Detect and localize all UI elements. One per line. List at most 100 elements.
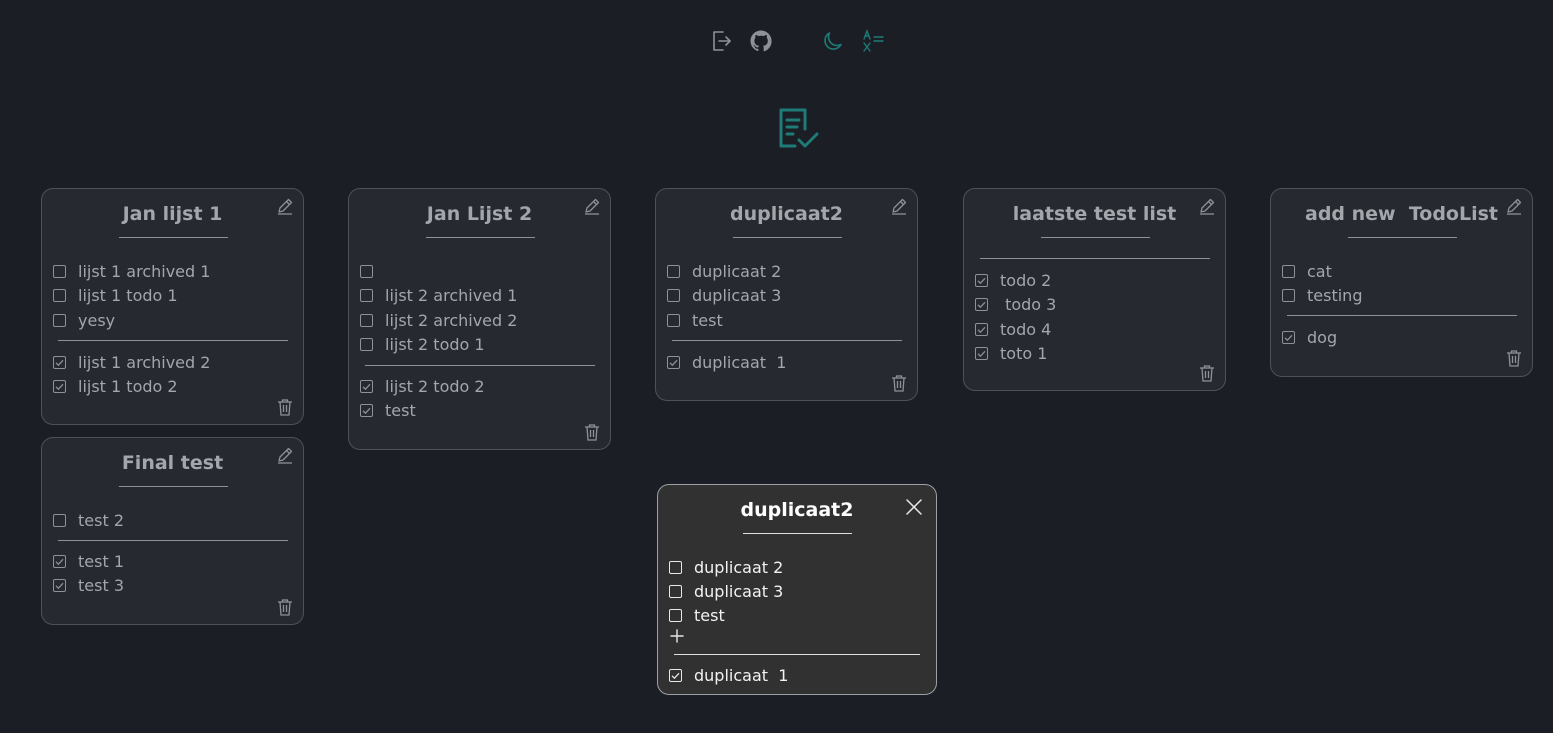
list-item-done[interactable]: test 1 <box>53 549 293 574</box>
todo-list-card[interactable]: Jan lijst 1 lijst 1 archived 1 lijst 1 t… <box>41 188 304 425</box>
pencil-icon[interactable] <box>583 197 601 215</box>
list-item-done[interactable]: todo 3 <box>975 293 1215 318</box>
checkbox-checked-icon[interactable] <box>360 379 373 393</box>
list-item-done[interactable]: duplicaat 1 <box>667 350 907 375</box>
item-text[interactable]: test <box>694 606 725 625</box>
checkbox-checked-icon[interactable] <box>975 347 988 361</box>
todo-list-card[interactable]: duplicaat2 duplicaat 2 duplicaat 3 test … <box>655 188 918 401</box>
checkbox-checked-icon[interactable] <box>360 404 373 418</box>
title-underline <box>733 237 842 238</box>
trash-icon[interactable] <box>276 598 294 616</box>
pencil-icon[interactable] <box>1505 197 1523 215</box>
translate-icon[interactable] <box>861 29 885 53</box>
pencil-icon[interactable] <box>276 446 294 464</box>
list-item[interactable]: duplicaat 2 <box>667 259 907 284</box>
list-item-done[interactable]: test 3 <box>53 574 293 599</box>
checkbox-checked-icon[interactable] <box>53 554 66 568</box>
list-item[interactable]: lijst 2 archived 2 <box>360 308 600 333</box>
checkbox-unchecked-icon[interactable] <box>53 313 66 327</box>
item-text[interactable]: duplicaat 2 <box>694 558 783 577</box>
trash-icon[interactable] <box>276 398 294 416</box>
checkbox-checked-icon[interactable] <box>975 298 988 312</box>
list-edit-popup[interactable]: duplicaat2 duplicaat 2 duplicaat 3 test … <box>657 484 937 695</box>
list-item-done[interactable]: lijst 1 todo 2 <box>53 375 293 400</box>
item-text: lijst 2 todo 1 <box>385 335 485 355</box>
moon-icon[interactable] <box>821 29 845 53</box>
list-item-done[interactable]: toto 1 <box>975 342 1215 367</box>
checkbox-unchecked-icon[interactable] <box>669 560 682 574</box>
list-title: Jan lijst 1 <box>122 203 223 225</box>
list-item[interactable]: lijst 1 todo 1 <box>53 284 293 309</box>
checkbox-unchecked-icon[interactable] <box>667 289 680 303</box>
list-item-done[interactable]: lijst 1 archived 2 <box>53 350 293 375</box>
list-item[interactable]: yesy <box>53 308 293 333</box>
list-item-done[interactable]: dog <box>1282 325 1522 350</box>
checkbox-checked-icon[interactable] <box>975 322 988 336</box>
list-item-done[interactable]: todo 2 <box>975 268 1215 293</box>
checkbox-checked-icon[interactable] <box>53 579 66 593</box>
checklist-icon <box>775 106 821 152</box>
checkbox-checked-icon[interactable] <box>975 273 988 287</box>
item-text[interactable]: duplicaat 3 <box>694 582 783 601</box>
list-item[interactable]: lijst 2 archived 1 <box>360 284 600 309</box>
checkbox-unchecked-icon[interactable] <box>667 313 680 327</box>
checkbox-checked-icon[interactable] <box>53 380 66 394</box>
trash-icon[interactable] <box>1505 349 1523 367</box>
list-item-done[interactable]: test <box>360 399 600 424</box>
item-text: dog <box>1307 327 1338 347</box>
item-text: cat <box>1307 261 1332 281</box>
checkbox-unchecked-icon[interactable] <box>360 313 373 327</box>
list-item[interactable]: duplicaat 3 <box>667 284 907 309</box>
pencil-icon[interactable] <box>1198 197 1216 215</box>
trash-icon[interactable] <box>890 374 908 392</box>
list-item[interactable]: lijst 2 todo 1 <box>360 333 600 358</box>
checkbox-unchecked-icon[interactable] <box>53 264 66 278</box>
list-item-done[interactable]: lijst 2 todo 2 <box>360 374 600 399</box>
todo-list-card[interactable]: Jan Lijst 2 lijst 2 archived 1 lijst 2 a… <box>348 188 611 450</box>
checkbox-checked-icon[interactable] <box>1282 330 1295 344</box>
list-item[interactable]: test <box>669 603 926 627</box>
checkbox-unchecked-icon[interactable] <box>1282 264 1295 278</box>
todo-list-card[interactable]: add new TodoList cat testing dog <box>1270 188 1533 377</box>
checkbox-checked-icon[interactable] <box>53 355 66 369</box>
checkbox-unchecked-icon[interactable] <box>53 513 66 527</box>
checkbox-unchecked-icon[interactable] <box>53 289 66 303</box>
plus-icon[interactable] <box>669 628 685 644</box>
list-item[interactable]: test <box>667 308 907 333</box>
checkbox-checked-icon[interactable] <box>669 668 682 682</box>
close-icon[interactable] <box>904 497 924 517</box>
checkbox-unchecked-icon[interactable] <box>360 264 373 278</box>
checkbox-checked-icon[interactable] <box>667 355 680 369</box>
list-item[interactable]: test 2 <box>53 508 293 533</box>
item-text: todo 4 <box>1000 319 1052 339</box>
list-item[interactable]: testing <box>1282 284 1522 309</box>
logout-icon[interactable] <box>709 29 733 53</box>
item-text: test 3 <box>78 576 124 596</box>
item-text[interactable]: duplicaat 1 <box>694 666 788 685</box>
checkbox-unchecked-icon[interactable] <box>669 608 682 622</box>
list-item-done[interactable]: todo 4 <box>975 317 1215 342</box>
item-text: duplicaat 1 <box>692 352 787 372</box>
list-item[interactable]: duplicaat 3 <box>669 579 926 603</box>
list-item[interactable]: cat <box>1282 259 1522 284</box>
checkbox-unchecked-icon[interactable] <box>1282 289 1295 303</box>
checkbox-unchecked-icon[interactable] <box>667 264 680 278</box>
popup-title: duplicaat2 <box>740 499 854 521</box>
trash-icon[interactable] <box>1198 364 1216 382</box>
divider <box>1287 315 1517 316</box>
list-item[interactable]: lijst 1 archived 1 <box>53 259 293 284</box>
checkbox-unchecked-icon[interactable] <box>669 584 682 598</box>
item-text: lijst 1 todo 2 <box>78 377 178 397</box>
list-item-done[interactable]: duplicaat 1 <box>669 663 926 687</box>
todo-list-card[interactable]: laatste test list todo 2 todo 3 todo 4 t… <box>963 188 1226 391</box>
trash-icon[interactable] <box>583 423 601 441</box>
checkbox-unchecked-icon[interactable] <box>360 338 373 352</box>
github-icon[interactable] <box>749 29 773 53</box>
pencil-icon[interactable] <box>276 197 294 215</box>
list-item[interactable] <box>360 259 600 284</box>
pencil-icon[interactable] <box>890 197 908 215</box>
todo-list-card[interactable]: Final test test 2 test 1 test 3 <box>41 437 304 625</box>
top-bar <box>0 0 1553 80</box>
checkbox-unchecked-icon[interactable] <box>360 289 373 303</box>
list-item[interactable]: duplicaat 2 <box>669 555 926 579</box>
